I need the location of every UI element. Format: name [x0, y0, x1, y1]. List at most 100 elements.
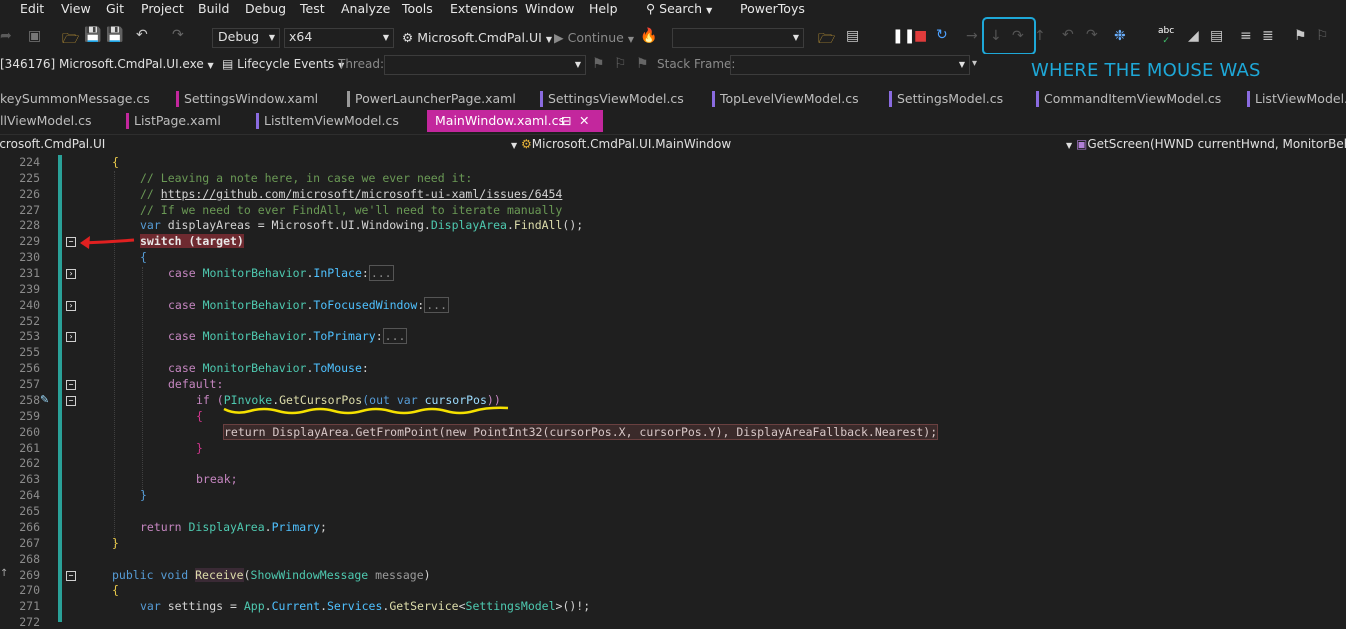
menu-project[interactable]: Project: [141, 1, 184, 16]
tool-icon-2[interactable]: ▤: [1210, 28, 1223, 44]
issue-link[interactable]: https://github.com/microsoft/microsoft-u…: [161, 187, 563, 201]
tab-listpage-xaml[interactable]: ListPage.xaml: [126, 110, 221, 132]
line-number: 258: [19, 393, 40, 407]
member-dropdown[interactable]: ▼ ▣GetScreen(HWND currentHwnd, MonitorBe…: [1066, 137, 1346, 151]
tab-allviewmodel[interactable]: llViewModel.cs: [0, 110, 92, 132]
save-all-icon[interactable]: 💾: [106, 27, 123, 43]
token: ToFocusedWindow: [313, 298, 418, 312]
comment-icon[interactable]: ≡: [1240, 28, 1252, 44]
menu-powertoys[interactable]: PowerToys: [740, 1, 805, 16]
platform-dropdown[interactable]: x64 ▼: [284, 28, 394, 48]
hot-reload-dropdown[interactable]: ▼: [672, 28, 804, 48]
change-indicator-bar: [58, 155, 62, 622]
tab-settingsviewmodel[interactable]: SettingsViewModel.cs: [540, 88, 684, 110]
filter-icon[interactable]: ❉: [1114, 28, 1126, 44]
search-menu[interactable]: ⚲ Search ▼: [646, 1, 712, 16]
tab-settingsmodel[interactable]: SettingsModel.cs: [889, 88, 1003, 110]
redo-nav-icon[interactable]: ↷: [1086, 27, 1098, 43]
open-folder-icon[interactable]: 🗁: [62, 28, 79, 52]
toolbar-overflow-icon[interactable]: ▾: [972, 58, 977, 69]
bookmark-icon[interactable]: ⚑: [1294, 28, 1307, 44]
class-icon: ⚙: [520, 137, 532, 151]
tool-icon-1[interactable]: ◢: [1188, 28, 1199, 44]
menu-tools[interactable]: Tools: [402, 1, 433, 16]
configuration-dropdown[interactable]: Debug ▼: [212, 28, 280, 48]
thread-dropdown[interactable]: ▼: [384, 55, 586, 75]
thread-filter-icon[interactable]: ⚐: [614, 56, 627, 72]
tab-listviewmodel[interactable]: ListViewModel.cs: [1247, 88, 1346, 110]
undo-nav-icon[interactable]: ↶: [1062, 27, 1074, 43]
collapse-icon[interactable]: −: [66, 380, 76, 390]
pause-icon[interactable]: ❚❚: [892, 28, 915, 44]
token: .: [320, 599, 327, 613]
show-next-statement-icon[interactable]: →: [966, 28, 978, 44]
token: Receive: [195, 568, 244, 582]
collapse-icon[interactable]: −: [66, 571, 76, 581]
stack-frame-dropdown[interactable]: ▼: [730, 55, 970, 75]
tab-settingswindow-xaml[interactable]: SettingsWindow.xaml: [176, 88, 318, 110]
startup-project-dropdown[interactable]: ⚙ Microsoft.CmdPal.UI ▼: [402, 30, 552, 45]
restart-icon[interactable]: ↻: [936, 27, 948, 43]
expand-icon[interactable]: ›: [66, 301, 76, 311]
pin-icon[interactable]: ⊟: [561, 110, 571, 131]
process-dropdown[interactable]: [346176] Microsoft.CmdPal.UI.exe ▼: [0, 57, 214, 71]
tab-commanditemviewmodel[interactable]: CommandItemViewModel.cs: [1036, 88, 1221, 110]
flag-icon[interactable]: ⚑: [592, 56, 605, 72]
redo-icon[interactable]: ↷: [172, 27, 184, 43]
collapse-icon[interactable]: −: [66, 237, 76, 247]
menu-window[interactable]: Window: [525, 1, 574, 16]
menu-view[interactable]: View: [61, 1, 91, 16]
tab-mainwindow-xaml-cs[interactable]: MainWindow.xaml.cs ⊟ ✕: [427, 110, 603, 132]
collapsed-region[interactable]: ...: [368, 265, 394, 281]
line-number: 261: [19, 441, 40, 455]
close-icon[interactable]: ✕: [579, 110, 589, 131]
menu-analyze[interactable]: Analyze: [341, 1, 390, 16]
lifecycle-events-dropdown[interactable]: ▤ Lifecycle Events ▼: [222, 57, 344, 71]
project-dropdown[interactable]: icrosoft.CmdPal.UI: [0, 137, 105, 151]
browse-icon[interactable]: 🗁: [818, 28, 835, 52]
continue-button[interactable]: ▶ Continue ▼: [554, 30, 634, 45]
menu-test[interactable]: Test: [300, 1, 325, 16]
spellcheck-icon[interactable]: abc ✓: [1158, 26, 1174, 46]
token: .: [264, 599, 272, 613]
menu-help[interactable]: Help: [589, 1, 618, 16]
menu-extensions[interactable]: Extensions: [450, 1, 518, 16]
menu-debug[interactable]: Debug: [245, 1, 286, 16]
chevron-down-icon: ▼: [1066, 141, 1073, 150]
token: .: [264, 520, 272, 534]
token: var: [140, 599, 161, 613]
layout-icon[interactable]: ▤: [846, 28, 859, 44]
edit-and-continue-icon[interactable]: ✎: [40, 393, 49, 406]
hot-reload-icon[interactable]: 🔥: [640, 28, 657, 44]
collapsed-region[interactable]: ...: [424, 297, 449, 313]
line-number: 266: [19, 520, 40, 534]
code-editor[interactable]: 224 225 226 227 228 229 230 231 239 240 …: [0, 155, 1346, 629]
expand-icon[interactable]: ›: [66, 332, 76, 342]
code-line-263: break;: [196, 472, 238, 486]
uncomment-icon[interactable]: ≣: [1262, 28, 1274, 44]
collapsed-region[interactable]: ...: [382, 328, 408, 344]
line-number: 231: [19, 266, 40, 280]
undo-icon[interactable]: ↶: [136, 27, 148, 43]
collapse-icon[interactable]: −: [66, 396, 76, 406]
tab-powerlauncherpage-xaml[interactable]: PowerLauncherPage.xaml: [347, 88, 516, 110]
new-project-icon[interactable]: ▣: [28, 28, 41, 44]
expand-icon[interactable]: ›: [66, 269, 76, 279]
tab-toplevelviewmodel[interactable]: TopLevelViewModel.cs: [712, 88, 859, 110]
save-icon[interactable]: 💾: [84, 27, 101, 43]
class-dropdown[interactable]: ▼ ⚙Microsoft.CmdPal.UI.MainWindow: [511, 137, 731, 151]
tab-keysummonmessage[interactable]: keySummonMessage.cs: [0, 88, 150, 110]
search-icon: ⚲: [646, 1, 656, 16]
menu-build[interactable]: Build: [198, 1, 229, 16]
menu-edit[interactable]: Edit: [20, 1, 44, 16]
stop-icon[interactable]: ■: [914, 28, 927, 44]
chevron-down-icon: ▼: [792, 33, 799, 42]
line-number: 229: [19, 234, 40, 248]
tab-listitemviewmodel[interactable]: ListItemViewModel.cs: [256, 110, 399, 132]
token: message: [368, 568, 424, 582]
lifecycle-icon: ▤: [222, 57, 234, 71]
bookmark-prev-icon[interactable]: ⚐: [1316, 28, 1329, 44]
menu-git[interactable]: Git: [106, 1, 124, 16]
back-icon[interactable]: ➦: [0, 28, 12, 44]
flag-threads-icon[interactable]: ⚑: [636, 56, 649, 72]
